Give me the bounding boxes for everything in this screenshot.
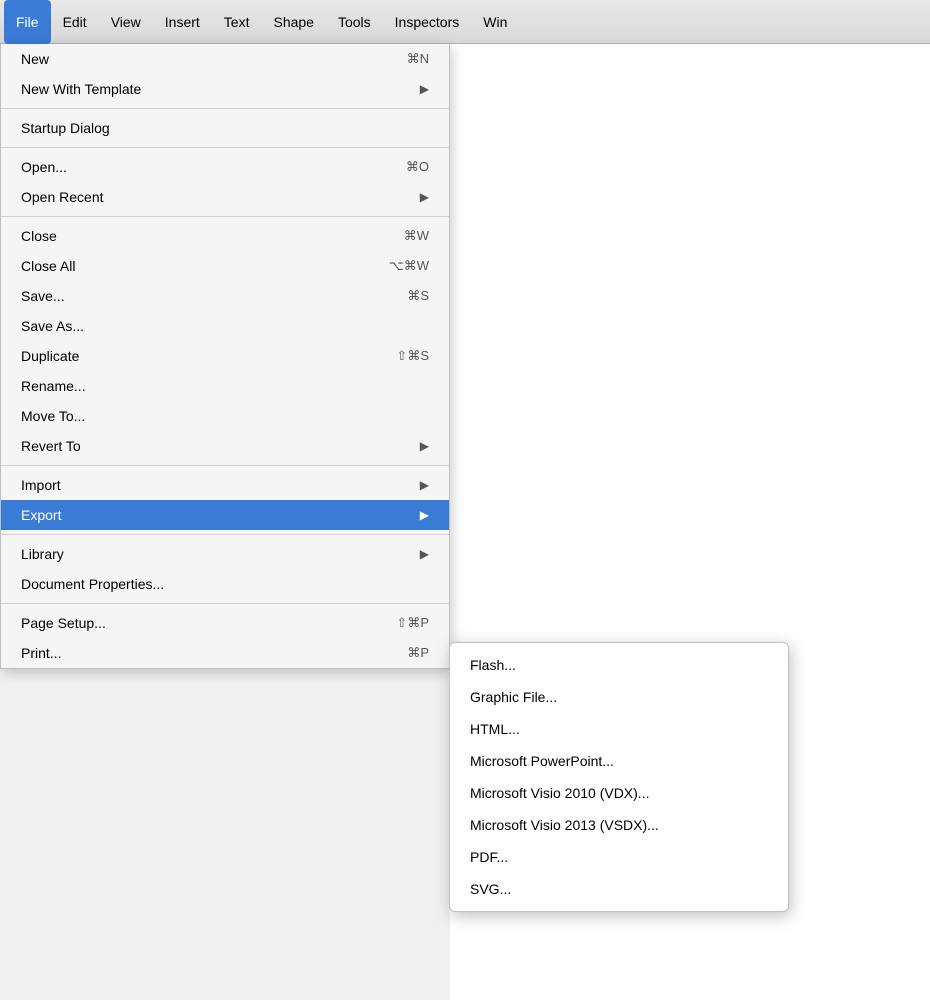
menu-item-close-all-label: Close All xyxy=(21,258,75,274)
menu-item-export-label: Export xyxy=(21,507,61,523)
menu-item-new-with-template-label: New With Template xyxy=(21,81,141,97)
menu-item-close-shortcut: ⌘W xyxy=(404,228,429,244)
menu-item-library-label: Library xyxy=(21,546,64,562)
menu-item-startup-dialog-label: Startup Dialog xyxy=(21,120,110,136)
submenu-item-svg-label: SVG... xyxy=(470,881,511,897)
menu-item-rename[interactable]: Rename... xyxy=(1,371,449,401)
submenu-item-html[interactable]: HTML... xyxy=(450,713,788,745)
submenu-item-microsoft-visio-2010-label: Microsoft Visio 2010 (VDX)... xyxy=(470,785,649,801)
submenu-arrow-icon-revert: ▶ xyxy=(420,439,429,453)
menu-item-close[interactable]: Close ⌘W xyxy=(1,221,449,251)
menubar: File Edit View Insert Text Shape Tools I… xyxy=(0,0,930,44)
submenu-item-pdf-label: PDF... xyxy=(470,849,508,865)
submenu-item-microsoft-powerpoint-label: Microsoft PowerPoint... xyxy=(470,753,614,769)
menu-item-page-setup-shortcut: ⇧⌘P xyxy=(396,615,429,631)
submenu-item-graphic-file[interactable]: Graphic File... xyxy=(450,681,788,713)
submenu-item-microsoft-visio-2013[interactable]: Microsoft Visio 2013 (VSDX)... xyxy=(450,809,788,841)
separator-3 xyxy=(1,216,449,217)
menu-item-document-properties-label: Document Properties... xyxy=(21,576,164,592)
submenu-item-microsoft-powerpoint[interactable]: Microsoft PowerPoint... xyxy=(450,745,788,777)
menu-item-move-to[interactable]: Move To... xyxy=(1,401,449,431)
menu-item-startup-dialog[interactable]: Startup Dialog xyxy=(1,113,449,143)
menu-item-new-label: New xyxy=(21,51,49,67)
menu-item-page-setup[interactable]: Page Setup... ⇧⌘P xyxy=(1,608,449,638)
separator-4 xyxy=(1,465,449,466)
menubar-item-window[interactable]: Win xyxy=(471,0,519,44)
submenu-item-pdf[interactable]: PDF... xyxy=(450,841,788,873)
submenu-item-flash[interactable]: Flash... xyxy=(450,649,788,681)
menu-item-save-label: Save... xyxy=(21,288,65,304)
menu-item-close-all[interactable]: Close All ⌥⌘W xyxy=(1,251,449,281)
menu-item-library[interactable]: Library ▶ xyxy=(1,539,449,569)
menu-item-print[interactable]: Print... ⌘P xyxy=(1,638,449,668)
menu-item-revert-to-label: Revert To xyxy=(21,438,81,454)
submenu-item-html-label: HTML... xyxy=(470,721,520,737)
menu-item-open-shortcut: ⌘O xyxy=(406,159,429,175)
menu-item-save-as-label: Save As... xyxy=(21,318,84,334)
submenu-item-svg[interactable]: SVG... xyxy=(450,873,788,905)
menu-item-print-label: Print... xyxy=(21,645,61,661)
menu-item-open-recent-label: Open Recent xyxy=(21,189,104,205)
menu-item-duplicate-shortcut: ⇧⌘S xyxy=(396,348,429,364)
menu-item-move-to-label: Move To... xyxy=(21,408,85,424)
submenu-item-microsoft-visio-2013-label: Microsoft Visio 2013 (VSDX)... xyxy=(470,817,659,833)
separator-2 xyxy=(1,147,449,148)
menu-item-page-setup-label: Page Setup... xyxy=(21,615,106,631)
submenu-arrow-icon-import: ▶ xyxy=(420,478,429,492)
menu-item-open-label: Open... xyxy=(21,159,67,175)
menu-item-duplicate-label: Duplicate xyxy=(21,348,79,364)
submenu-arrow-icon: ▶ xyxy=(420,82,429,96)
menu-item-export[interactable]: Export ▶ xyxy=(1,500,449,530)
export-submenu: Flash... Graphic File... HTML... Microso… xyxy=(449,642,789,912)
menu-item-new-with-template[interactable]: New With Template ▶ xyxy=(1,74,449,104)
menu-item-save-shortcut: ⌘S xyxy=(407,288,429,304)
menu-item-print-shortcut: ⌘P xyxy=(407,645,429,661)
submenu-arrow-icon-library: ▶ xyxy=(420,547,429,561)
menu-item-open-recent[interactable]: Open Recent ▶ xyxy=(1,182,449,212)
menubar-item-view[interactable]: View xyxy=(99,0,153,44)
submenu-item-microsoft-visio-2010[interactable]: Microsoft Visio 2010 (VDX)... xyxy=(450,777,788,809)
menu-item-duplicate[interactable]: Duplicate ⇧⌘S xyxy=(1,341,449,371)
separator-1 xyxy=(1,108,449,109)
menu-item-rename-label: Rename... xyxy=(21,378,86,394)
submenu-item-graphic-file-label: Graphic File... xyxy=(470,689,557,705)
separator-5 xyxy=(1,534,449,535)
submenu-arrow-icon-open-recent: ▶ xyxy=(420,190,429,204)
menubar-item-file[interactable]: File xyxy=(4,0,51,44)
menu-item-save[interactable]: Save... ⌘S xyxy=(1,281,449,311)
menu-item-revert-to[interactable]: Revert To ▶ xyxy=(1,431,449,461)
menubar-item-inspectors[interactable]: Inspectors xyxy=(383,0,472,44)
menubar-item-tools[interactable]: Tools xyxy=(326,0,383,44)
submenu-arrow-icon-export: ▶ xyxy=(420,508,429,522)
menubar-item-insert[interactable]: Insert xyxy=(153,0,212,44)
menu-item-document-properties[interactable]: Document Properties... xyxy=(1,569,449,599)
menubar-item-shape[interactable]: Shape xyxy=(261,0,325,44)
menubar-item-text[interactable]: Text xyxy=(212,0,262,44)
menu-item-save-as[interactable]: Save As... xyxy=(1,311,449,341)
menu-item-close-label: Close xyxy=(21,228,57,244)
submenu-item-flash-label: Flash... xyxy=(470,657,516,673)
menu-item-import-label: Import xyxy=(21,477,61,493)
file-menu: New ⌘N New With Template ▶ Startup Dialo… xyxy=(0,44,450,669)
separator-6 xyxy=(1,603,449,604)
menubar-item-edit[interactable]: Edit xyxy=(51,0,99,44)
menu-item-import[interactable]: Import ▶ xyxy=(1,470,449,500)
menu-item-new-shortcut: ⌘N xyxy=(407,51,429,67)
menu-item-new[interactable]: New ⌘N xyxy=(1,44,449,74)
menu-item-open[interactable]: Open... ⌘O xyxy=(1,152,449,182)
menu-item-close-all-shortcut: ⌥⌘W xyxy=(389,258,429,274)
content-area: New ⌘N New With Template ▶ Startup Dialo… xyxy=(0,44,930,1000)
